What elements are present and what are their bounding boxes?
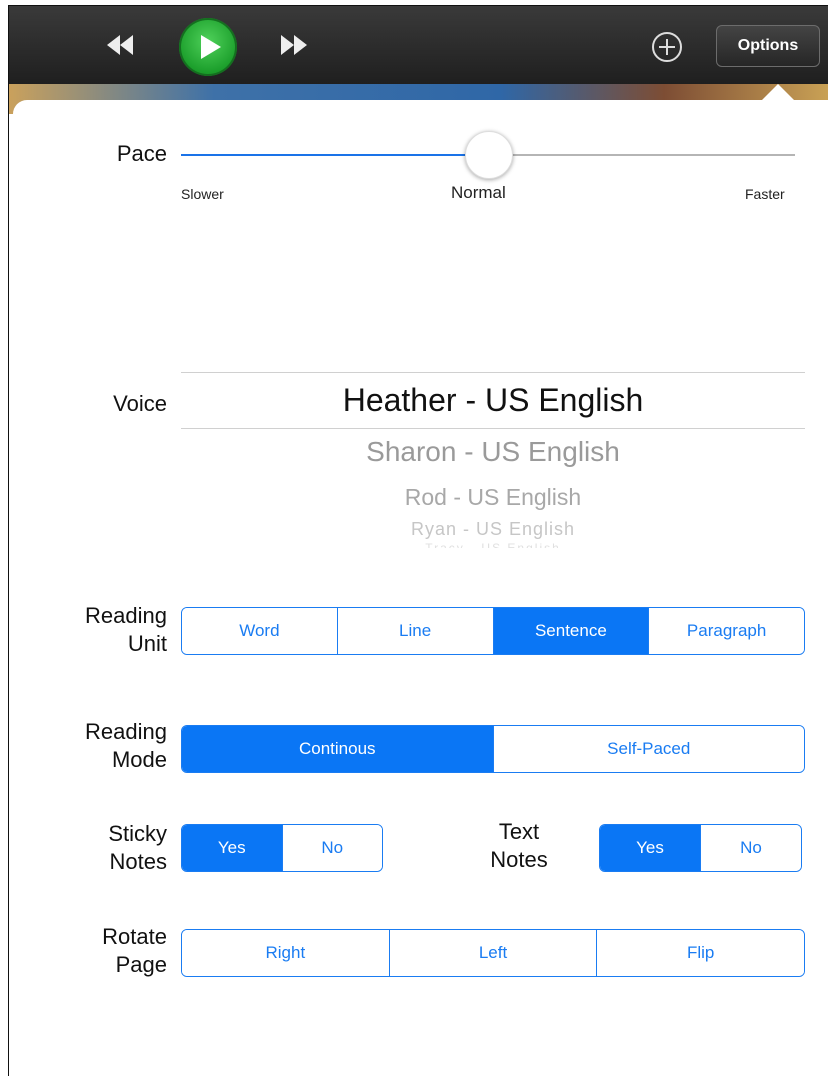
text-notes-segmented-control: Yes No xyxy=(599,824,802,872)
voice-label: Voice xyxy=(113,391,167,416)
options-button[interactable]: Options xyxy=(716,25,820,67)
fast-forward-icon[interactable] xyxy=(279,30,309,60)
reading-mode-label-line1: Reading xyxy=(85,719,167,744)
reading-unit-label: Reading Unit xyxy=(49,602,167,658)
play-icon xyxy=(201,35,221,59)
pace-slower-label: Slower xyxy=(181,186,224,202)
sticky-notes-segmented-control: Yes No xyxy=(181,824,383,872)
rotate-page-left[interactable]: Left xyxy=(388,930,597,976)
text-notes-label: Text Notes xyxy=(469,818,569,874)
pace-slider-track[interactable] xyxy=(489,154,795,156)
rotate-page-segmented-control: Right Left Flip xyxy=(181,929,805,977)
pace-label: Pace xyxy=(116,141,167,166)
sticky-notes-yes[interactable]: Yes xyxy=(182,825,282,871)
voice-picker-option[interactable]: Ryan - US English xyxy=(181,519,805,540)
voice-picker-option[interactable]: Rod - US English xyxy=(181,484,805,511)
pace-normal-label: Normal xyxy=(451,183,506,202)
text-notes-label-line1: Text xyxy=(498,819,540,844)
sticky-notes-no[interactable]: No xyxy=(281,825,382,871)
voice-picker-bottom-line xyxy=(181,428,805,429)
reading-mode-label: Reading Mode xyxy=(49,718,167,774)
sticky-notes-label-line1: Sticky xyxy=(108,821,167,846)
voice-picker-top-line xyxy=(181,372,805,373)
text-notes-no[interactable]: No xyxy=(700,825,801,871)
reading-mode-label-line2: Mode xyxy=(111,747,167,772)
add-circle-icon[interactable] xyxy=(652,32,682,62)
play-button[interactable] xyxy=(179,18,237,76)
rotate-page-label-line2: Page xyxy=(115,952,167,977)
voice-picker-option[interactable]: Tracy - US English xyxy=(181,541,805,548)
reading-mode-self-paced[interactable]: Self-Paced xyxy=(492,726,804,772)
reading-unit-segmented-control: Word Line Sentence Paragraph xyxy=(181,607,805,655)
text-notes-yes[interactable]: Yes xyxy=(600,825,700,871)
reading-mode-continous[interactable]: Continous xyxy=(182,726,493,772)
reading-unit-label-line1: Reading xyxy=(85,603,167,628)
reading-unit-word[interactable]: Word xyxy=(182,608,337,654)
pace-faster-label: Faster xyxy=(745,186,785,202)
pace-slider-filled-track[interactable] xyxy=(181,154,489,156)
pace-slider-thumb[interactable] xyxy=(465,131,513,179)
voice-picker-option[interactable]: Sharon - US English xyxy=(181,436,805,468)
rewind-icon[interactable] xyxy=(105,30,135,60)
reading-unit-line[interactable]: Line xyxy=(336,608,493,654)
reading-unit-paragraph[interactable]: Paragraph xyxy=(648,608,804,654)
reading-unit-label-line2: Unit xyxy=(127,631,167,656)
app-frame: Options Pace Slower Normal Faster Voice … xyxy=(8,5,828,1076)
text-notes-label-line2: Notes xyxy=(490,847,548,872)
sticky-notes-label-line2: Notes xyxy=(109,849,167,874)
rotate-page-flip[interactable]: Flip xyxy=(596,930,804,976)
rotate-page-label-line1: Rotate xyxy=(102,924,167,949)
rotate-page-right[interactable]: Right xyxy=(182,930,389,976)
rotate-page-label: Rotate Page xyxy=(49,923,167,979)
sticky-notes-label: Sticky Notes xyxy=(49,820,167,876)
reading-mode-segmented-control: Continous Self-Paced xyxy=(181,725,805,773)
toolbar: Options xyxy=(9,6,828,84)
reading-unit-sentence[interactable]: Sentence xyxy=(492,608,649,654)
voice-picker-selected[interactable]: Heather - US English xyxy=(181,382,805,419)
